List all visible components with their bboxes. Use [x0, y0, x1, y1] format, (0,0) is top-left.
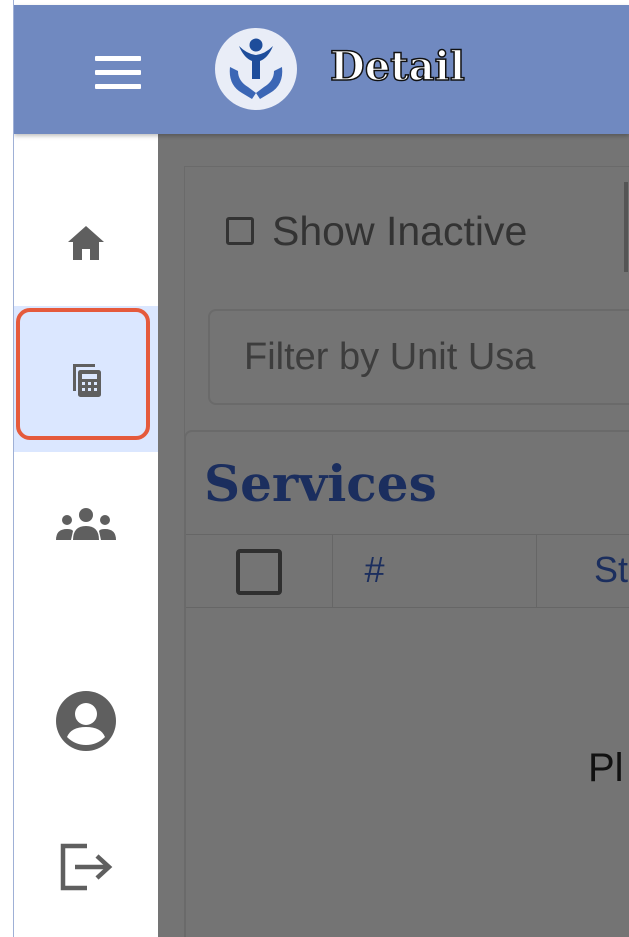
window-edge: [0, 0, 14, 937]
checkbox-icon[interactable]: [226, 217, 254, 245]
show-inactive-checkbox[interactable]: Show Inactive: [226, 206, 527, 256]
home-icon: [68, 226, 104, 260]
logout-icon: [60, 843, 113, 891]
nav-item-home[interactable]: [14, 170, 158, 316]
menu-icon-bar: [95, 84, 141, 89]
select-all-checkbox[interactable]: [236, 549, 282, 595]
toolbar-divider: [624, 182, 628, 272]
menu-button[interactable]: [92, 50, 144, 94]
group-icon: [56, 508, 116, 540]
show-inactive-label: Show Inactive: [272, 207, 528, 254]
hands-holding-person-logo: [215, 28, 297, 110]
menu-icon-bar: [95, 70, 141, 75]
nav-item-logout[interactable]: [14, 794, 158, 937]
column-header-number[interactable]: #: [364, 549, 384, 591]
table-placeholder-text: Pl: [588, 746, 624, 790]
app-bar: Detail: [14, 5, 629, 134]
menu-icon-bar: [95, 56, 141, 61]
unit-usage-filter-input[interactable]: [208, 309, 629, 405]
services-title: Services: [204, 454, 437, 513]
column-separator: [536, 535, 537, 607]
column-header-status[interactable]: Sta: [594, 549, 629, 591]
side-navigation: [14, 134, 158, 937]
main-content: Show Inactive Services # Sta Pl: [158, 134, 629, 937]
calculator-icon: [73, 364, 101, 397]
nav-item-calculator[interactable]: [14, 306, 158, 452]
column-separator: [332, 535, 333, 607]
app-title: Detail: [329, 42, 465, 91]
account-circle-icon: [56, 691, 116, 751]
nav-item-group[interactable]: [14, 452, 158, 598]
page: Detail Show Inactive Filter by Unit Usa …: [0, 0, 629, 937]
nav-item-account[interactable]: [14, 648, 158, 794]
services-table-header: # Sta: [186, 534, 629, 608]
